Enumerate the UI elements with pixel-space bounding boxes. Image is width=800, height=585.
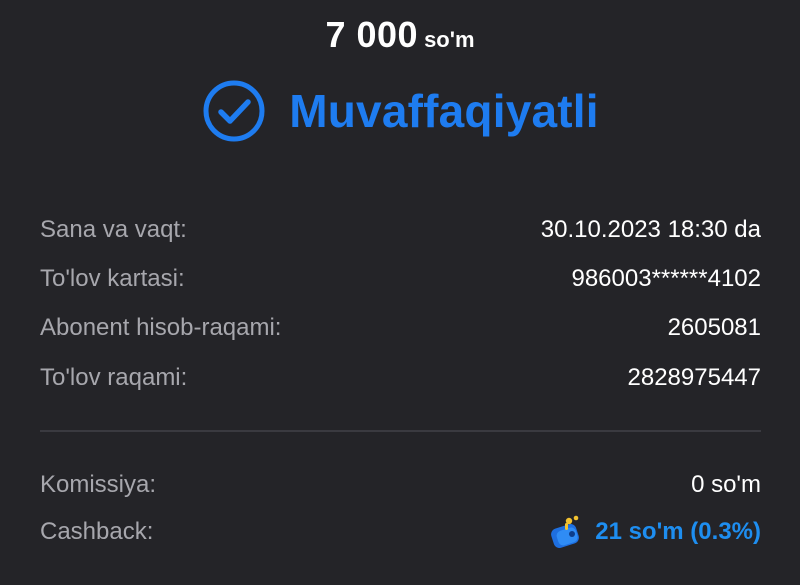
amount-value: 7 000 bbox=[325, 14, 419, 55]
commission-value: 0 so'm bbox=[691, 471, 761, 498]
detail-row-card: To'lov kartasi: 986003******4102 bbox=[40, 262, 761, 296]
cashback-amount: 21 so'm (0.3%) bbox=[549, 514, 761, 550]
check-circle-icon bbox=[203, 80, 265, 142]
fee-row-commission: Komissiya: 0 so'm bbox=[40, 468, 761, 502]
cashback-value: 21 so'm (0.3%) bbox=[595, 518, 761, 545]
payment-receipt-screen: 7 000 so'm Muvaffaqiyatli Sana va vaqt: 3… bbox=[0, 0, 800, 585]
detail-label: Abonent hisob-raqami: bbox=[40, 314, 282, 341]
detail-value: 30.10.2023 18:30 da bbox=[540, 216, 761, 243]
status-text: Muvaffaqiyatli bbox=[289, 85, 599, 137]
detail-row-account: Abonent hisob-raqami: 2605081 bbox=[40, 311, 761, 345]
detail-row-payment-number: To'lov raqami: 2828975447 bbox=[40, 361, 761, 395]
detail-label: Sana va vaqt: bbox=[40, 216, 187, 243]
detail-label: To'lov raqami: bbox=[40, 364, 188, 391]
detail-value: 986003******4102 bbox=[571, 265, 761, 292]
commission-label: Komissiya: bbox=[40, 471, 157, 498]
cashback-label: Cashback: bbox=[40, 518, 154, 545]
detail-value: 2828975447 bbox=[627, 364, 761, 391]
wallet-coin-icon bbox=[551, 515, 580, 548]
detail-row-date: Sana va vaqt: 30.10.2023 18:30 da bbox=[40, 213, 761, 247]
amount-currency: so'm bbox=[424, 27, 475, 52]
payment-status: Muvaffaqiyatli bbox=[0, 78, 800, 144]
detail-label: To'lov kartasi: bbox=[40, 265, 185, 292]
divider bbox=[40, 430, 761, 432]
fee-row-cashback: Cashback: 21 so'm (0.3%) bbox=[40, 515, 761, 549]
detail-value: 2605081 bbox=[667, 314, 761, 341]
payment-amount: 7 000 so'm bbox=[0, 14, 800, 56]
